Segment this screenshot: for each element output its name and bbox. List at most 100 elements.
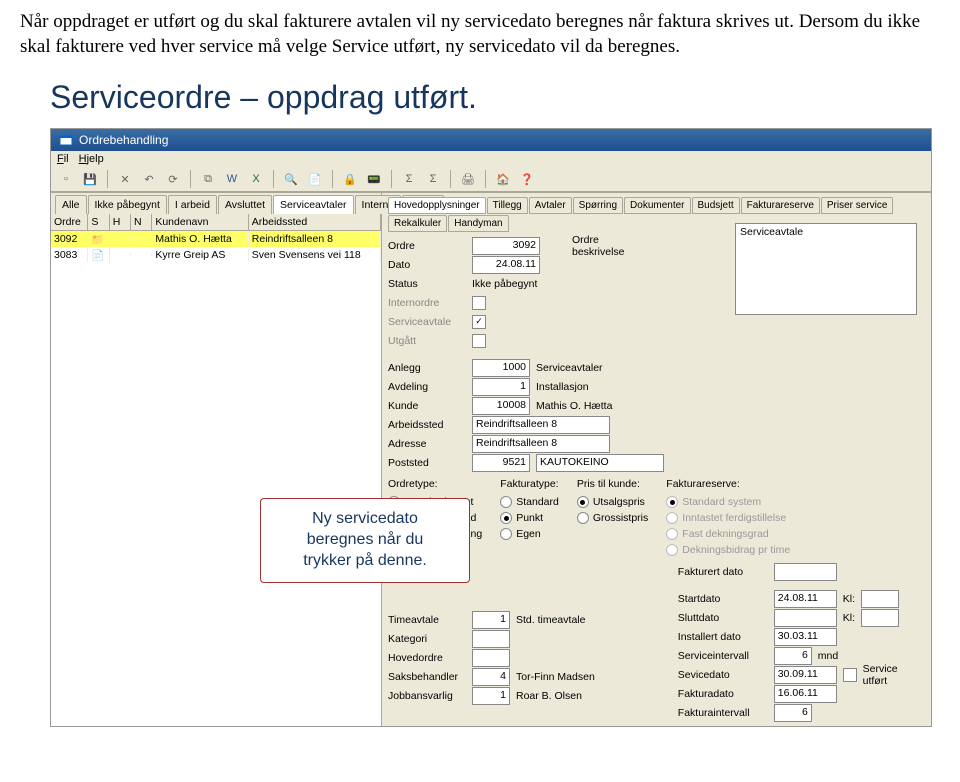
rtab-avtaler[interactable]: Avtaler <box>529 197 572 214</box>
slide-title: Serviceordre – oppdrag utført. <box>0 59 960 128</box>
utgatt-checkbox[interactable] <box>472 334 486 348</box>
sluttdato-field[interactable] <box>774 609 837 627</box>
beskr-label: Ordre beskrivelse <box>572 234 632 258</box>
sum2-icon[interactable]: Σ <box>424 170 442 188</box>
rtab-handy[interactable]: Handyman <box>448 215 508 232</box>
lock-icon[interactable]: 🔒 <box>341 170 359 188</box>
doc-icon[interactable]: 📄 <box>306 170 324 188</box>
rtab-priser[interactable]: Priser service <box>821 197 894 214</box>
hovedordre-field[interactable] <box>472 649 510 667</box>
serviceavtale-checkbox[interactable]: ✓ <box>472 315 486 329</box>
col-n[interactable]: N <box>131 214 152 230</box>
col-arb[interactable]: Arbeidssted <box>249 214 381 230</box>
fakturert-field[interactable] <box>774 563 837 581</box>
col-h[interactable]: H <box>110 214 131 230</box>
poststed-field[interactable]: KAUTOKEINO <box>536 454 664 472</box>
kunde-field[interactable]: 10008 <box>472 397 530 415</box>
utgatt-label: Utgått <box>388 335 466 347</box>
left-panel: Alle Ikke påbegynt I arbeid Avsluttet Se… <box>51 193 382 726</box>
rtab-faktres[interactable]: Fakturareserve <box>741 197 820 214</box>
undo-icon[interactable]: ↶ <box>140 170 158 188</box>
radio-standard[interactable] <box>500 496 512 508</box>
word-icon[interactable]: W <box>223 170 241 188</box>
grid-header: Ordre S H N Kundenavn Arbeidssted <box>51 214 381 231</box>
intern-label: Internordre <box>388 297 466 309</box>
radio-grossist[interactable] <box>577 512 589 524</box>
startdato-field[interactable]: 24.08.11 <box>774 590 837 608</box>
excel-icon[interactable]: X <box>247 170 265 188</box>
menu-fil[interactable]: Fil <box>57 153 69 165</box>
kategori-field[interactable] <box>472 630 510 648</box>
ordre-field[interactable]: 3092 <box>472 237 540 255</box>
rtab-dok[interactable]: Dokumenter <box>624 197 690 214</box>
delete-icon[interactable]: ✕ <box>116 170 134 188</box>
tab-service[interactable]: Serviceavtaler <box>273 195 354 214</box>
adresse-field[interactable]: Reindriftsalleen 8 <box>472 435 610 453</box>
rtab-budsjett[interactable]: Budsjett <box>692 197 740 214</box>
radio-utsalg[interactable] <box>577 496 589 508</box>
tab-avsluttet[interactable]: Avsluttet <box>218 195 272 214</box>
tab-alle[interactable]: Alle <box>55 195 87 214</box>
table-row[interactable]: 3083 📄 Kyrre Greip AS Sven Svensens vei … <box>51 247 381 263</box>
radio-stdsys <box>666 496 678 508</box>
installert-field[interactable]: 30.03.11 <box>774 628 837 646</box>
rtab-spor[interactable]: Spørring <box>573 197 623 214</box>
dato-label: Dato <box>388 259 466 271</box>
status-value: Ikke påbegynt <box>472 278 537 290</box>
intern-checkbox[interactable] <box>472 296 486 310</box>
postnr-field[interactable]: 9521 <box>472 454 530 472</box>
menu-hjelp[interactable]: Hjelp <box>79 153 104 165</box>
sum-icon[interactable]: Σ <box>400 170 418 188</box>
find-icon[interactable]: 🔍 <box>282 170 300 188</box>
tab-arbeid[interactable]: I arbeid <box>168 195 217 214</box>
print-icon[interactable]: 🖨 <box>459 170 477 188</box>
timeavtale-field[interactable]: 1 <box>472 611 510 629</box>
left-tabs: Alle Ikke påbegynt I arbeid Avsluttet Se… <box>51 193 381 214</box>
pris-group: Pris til kunde: Utsalgspris Grossistpris <box>577 478 648 558</box>
servicedato-field[interactable]: 30.09.11 <box>774 666 837 684</box>
radio-egen[interactable] <box>500 528 512 540</box>
col-ordre[interactable]: Ordre <box>51 214 88 230</box>
fakturatype-group: Fakturatype: Standard Punkt Egen <box>500 478 559 558</box>
folder-icon: 📁 <box>88 232 109 247</box>
callout-box: Ny servicedato beregnes når du trykker p… <box>260 498 470 582</box>
rtab-tillegg[interactable]: Tillegg <box>487 197 528 214</box>
radio-fast <box>666 528 678 540</box>
saksbehandler-field[interactable]: 4 <box>472 668 510 686</box>
right-panel: Hovedopplysninger Tillegg Avtaler Spørri… <box>382 193 931 726</box>
avdeling-field[interactable]: 1 <box>472 378 530 396</box>
refresh-icon[interactable]: ⟳ <box>164 170 182 188</box>
intro-paragraph: Når oppdraget er utført og du skal faktu… <box>0 0 960 59</box>
home-icon[interactable]: 🏠 <box>494 170 512 188</box>
save-icon[interactable]: 💾 <box>81 170 99 188</box>
arbeidssted-field[interactable]: Reindriftsalleen 8 <box>472 416 610 434</box>
ordre-label: Ordre <box>388 240 466 252</box>
fakturaintervall-field[interactable]: 6 <box>774 704 812 722</box>
rtab-rekalk[interactable]: Rekalkuler <box>388 215 447 232</box>
new-icon[interactable]: ▫ <box>57 170 75 188</box>
calc-icon[interactable]: 📟 <box>365 170 383 188</box>
app-window: Ordrebehandling Fil Hjelp ▫ 💾 ✕ ↶ ⟳ ⧉ W … <box>50 128 932 727</box>
serviceintervall-field[interactable]: 6 <box>774 647 812 665</box>
beskrivelse-textarea[interactable]: Serviceavtale <box>735 223 917 315</box>
dato-field[interactable]: 24.08.11 <box>472 256 540 274</box>
col-kunde[interactable]: Kundenavn <box>152 214 248 230</box>
col-s[interactable]: S <box>88 214 109 230</box>
window-title: Ordrebehandling <box>79 133 168 147</box>
help-icon[interactable]: ❓ <box>518 170 536 188</box>
rtab-hoved[interactable]: Hovedopplysninger <box>388 197 486 214</box>
toolbar: ▫ 💾 ✕ ↶ ⟳ ⧉ W X 🔍 📄 🔒 📟 Σ Σ 🖨 🏠 ❓ <box>51 167 931 192</box>
status-label: Status <box>388 278 466 290</box>
reserve-group: Fakturareserve: Standard system Inntaste… <box>666 478 790 558</box>
tab-ikke[interactable]: Ikke påbegynt <box>88 195 167 214</box>
start-kl-field[interactable] <box>861 590 899 608</box>
anlegg-field[interactable]: 1000 <box>472 359 530 377</box>
service-utfort-checkbox[interactable] <box>843 668 857 682</box>
copy-icon[interactable]: ⧉ <box>199 170 217 188</box>
titlebar: Ordrebehandling <box>51 129 931 151</box>
radio-punkt[interactable] <box>500 512 512 524</box>
fakturadato-field[interactable]: 16.06.11 <box>774 685 837 703</box>
slutt-kl-field[interactable] <box>861 609 899 627</box>
table-row[interactable]: 3092 📁 Mathis O. Hætta Reindriftsalleen … <box>51 231 381 247</box>
jobbansvarlig-field[interactable]: 1 <box>472 687 510 705</box>
